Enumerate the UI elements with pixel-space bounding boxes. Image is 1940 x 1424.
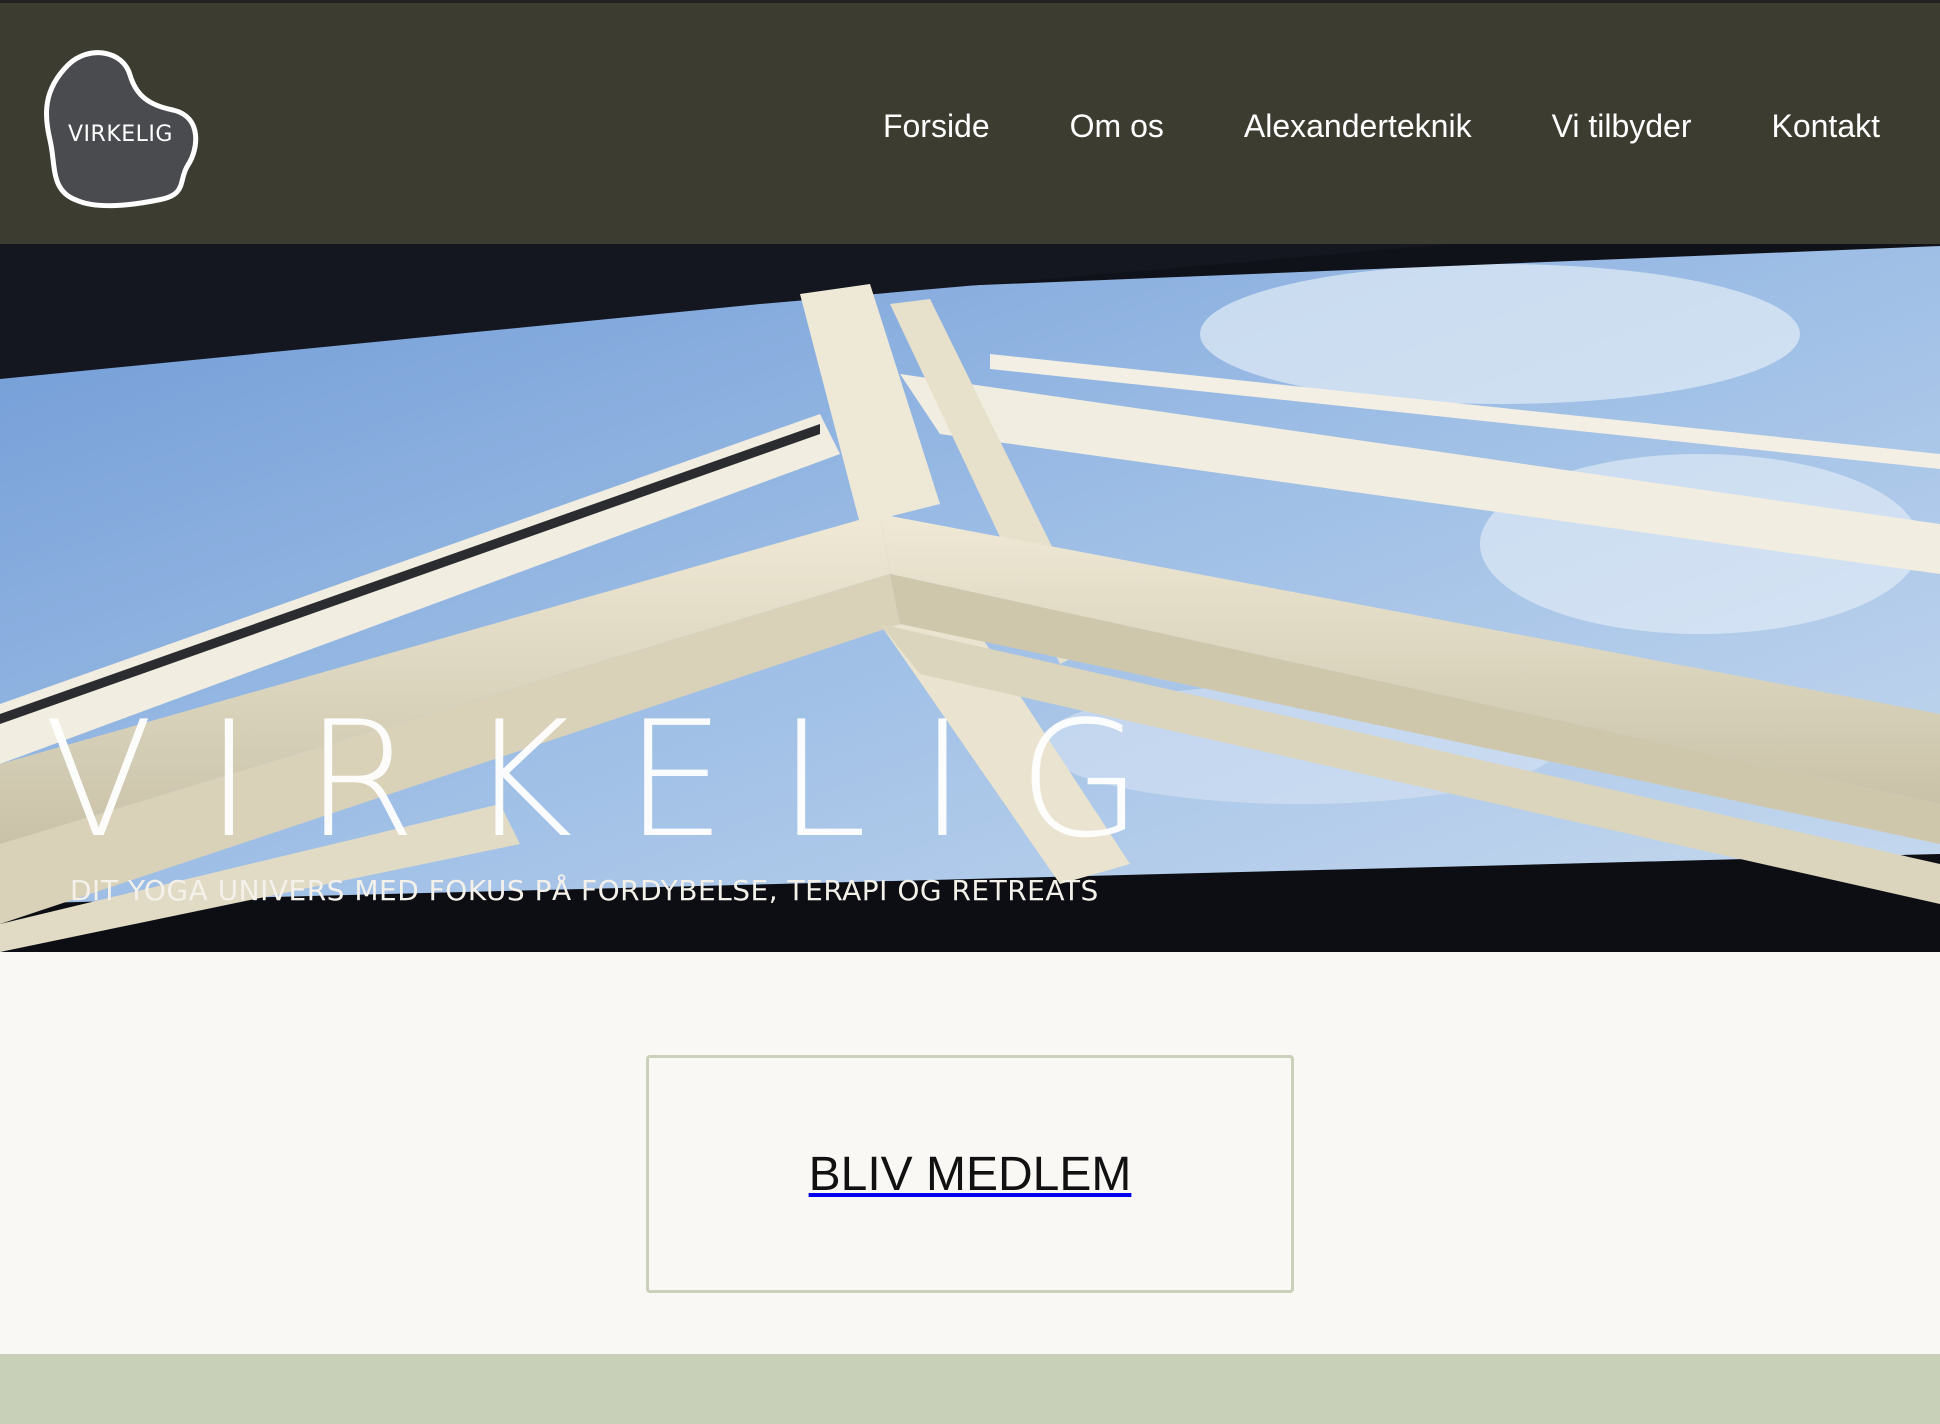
hero-title: VIRKELIG xyxy=(44,686,1195,873)
join-member-label: BLIV MEDLEM xyxy=(808,1147,1132,1201)
logo-text: VIRKELIG xyxy=(68,122,173,147)
hero-subtitle: DIT YOGA UNIVERS MED FOKUS PÅ FORDYBELSE… xyxy=(70,874,1099,907)
nav-item-vi-tilbyder[interactable]: Vi tilbyder xyxy=(1552,101,1692,151)
logo-link[interactable]: VIRKELIG xyxy=(38,45,204,211)
join-member-button[interactable]: BLIV MEDLEM xyxy=(646,1055,1294,1293)
footer-band xyxy=(0,1354,1940,1424)
nav-item-forside[interactable]: Forside xyxy=(883,101,990,151)
main-nav: Forside Om os Alexanderteknik Vi tilbyde… xyxy=(803,101,1880,151)
hero-banner: VIRKELIG DIT YOGA UNIVERS MED FOKUS PÅ F… xyxy=(0,244,1940,952)
nav-item-alexanderteknik[interactable]: Alexanderteknik xyxy=(1244,101,1472,151)
nav-item-om-os[interactable]: Om os xyxy=(1070,101,1164,151)
site-header: VIRKELIG Forside Om os Alexanderteknik V… xyxy=(0,0,1940,244)
nav-item-kontakt[interactable]: Kontakt xyxy=(1771,101,1880,151)
